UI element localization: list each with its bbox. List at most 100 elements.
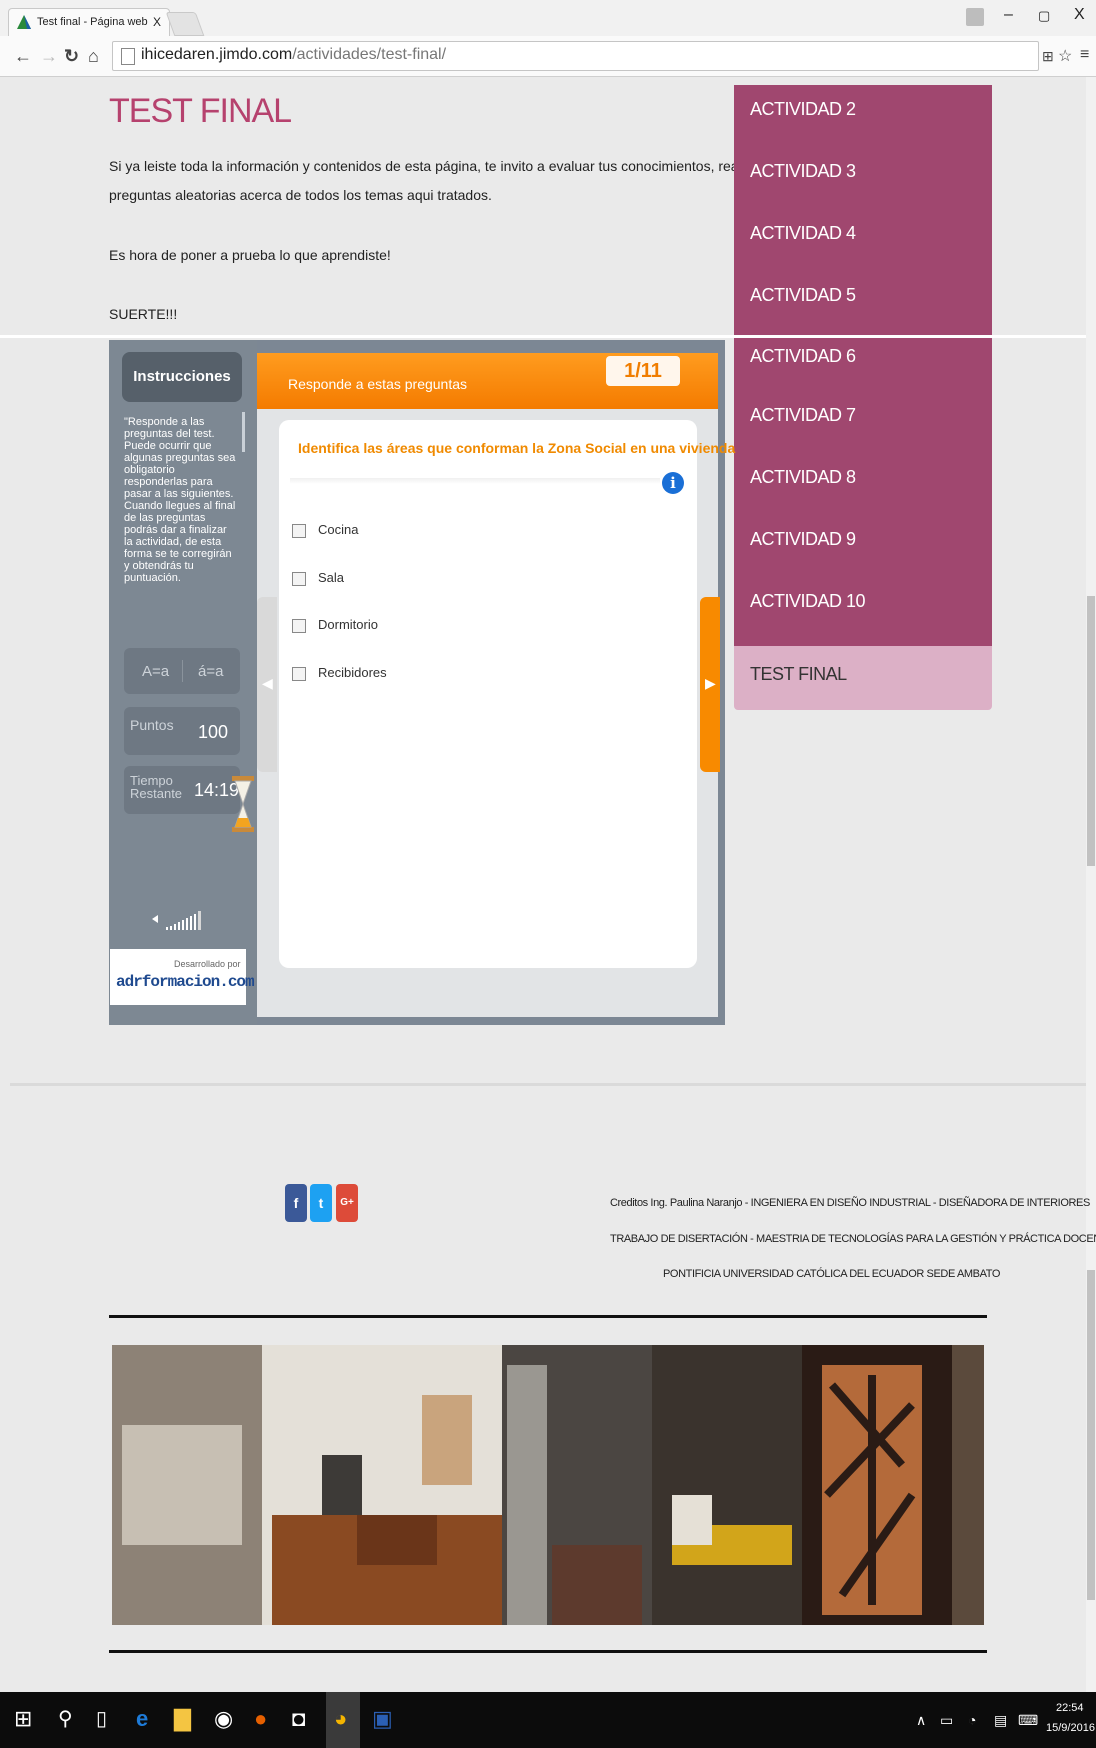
google-plus-icon[interactable]: G+ [336,1184,358,1222]
instructions-scrollbar[interactable] [242,412,245,452]
browser-tab[interactable]: Test final - Página web de X [8,8,170,37]
instructions-button[interactable]: Instrucciones [122,352,242,402]
nav-item-actividad-5[interactable]: ACTIVIDAD 5 [734,271,992,335]
option-label: Dormitorio [318,617,378,632]
font-case-toggle[interactable]: A=a [142,663,169,680]
nav-item-actividad-6[interactable]: ACTIVIDAD 6 [734,338,992,397]
chrome-icon[interactable]: ◕ [326,1692,360,1748]
hourglass-icon [232,776,254,832]
chevron-left-icon: ◀ [262,675,273,691]
nav-item-actividad-7[interactable]: ACTIVIDAD 7 [734,397,992,459]
clock-date[interactable]: 15/9/2016 [1046,1722,1095,1734]
back-arrow-icon[interactable]: ← [14,46,32,67]
nav-item-actividad-2[interactable]: ACTIVIDAD 2 [734,85,992,147]
font-options-box: A=a á=a [124,648,240,694]
question-counter: 1/11 [606,356,680,386]
footer-divider [10,1083,1086,1086]
forward-arrow-icon[interactable]: → [40,46,58,67]
points-label: Puntos [130,717,174,733]
interior-design-banner [112,1345,984,1625]
time-label: Tiempo Restante [130,773,183,801]
nav-item-actividad-9[interactable]: ACTIVIDAD 9 [734,521,992,583]
intro-line-4: SUERTE!!! [109,306,178,322]
checkbox[interactable] [292,667,306,681]
question-card [279,420,697,968]
page-icon [121,48,135,65]
battery-icon[interactable]: ▭ [940,1712,953,1729]
close-window-button[interactable]: X [1074,6,1085,24]
search-icon[interactable]: ⚲ [58,1706,73,1731]
bookmark-star-icon[interactable]: ☆ [1058,46,1072,66]
windows-taskbar: ⊞ ⚲ ▯ e ▇ ◉ ● ◘ ◕ ▣ ∧ ▭ ◔ ▤ ⌨ 22:54 15/9… [0,1692,1096,1748]
edge-browser-icon[interactable]: e [136,1706,148,1732]
points-box: Puntos 100 [124,707,240,755]
font-accent-toggle[interactable]: á=a [198,663,223,680]
points-value: 100 [198,722,229,742]
user-profile-icon[interactable] [966,8,984,26]
facebook-icon[interactable]: f [285,1184,307,1222]
developer-brand: adrformacion.com [116,973,255,991]
store-icon[interactable]: ◘ [292,1706,305,1732]
checkbox[interactable] [292,619,306,633]
twitter-icon[interactable]: t [310,1184,332,1222]
url-domain: ihicedaren.jimdo.com [141,46,293,63]
intro-line-3: Es hora de poner a prueba lo que aprendi… [109,247,391,263]
credit-line-1: Creditos Ing. Paulina Naranjo - INGENIER… [610,1197,1090,1209]
word-icon[interactable]: ▣ [372,1706,393,1732]
previous-question-button[interactable]: ◀ [257,597,277,772]
scrollbar-thumb[interactable] [1087,596,1095,866]
banner-top-line [109,1315,987,1318]
nav-item-actividad-8[interactable]: ACTIVIDAD 8 [734,459,992,521]
developer-label: Desarrollado por [174,959,241,969]
file-explorer-icon[interactable]: ▇ [174,1706,191,1732]
nav-item-test-final[interactable]: TEST FINAL [734,646,992,710]
option-label: Cocina [318,522,359,537]
restore-button[interactable]: ▢ [1038,8,1050,24]
minimize-button[interactable]: – [1004,6,1013,24]
credit-line-3: PONTIFICIA UNIVERSIDAD CATÓLICA DEL ECUA… [663,1268,1000,1280]
question-text: Identifica las áreas que conforman la Zo… [298,440,736,456]
jimdo-favicon-icon [17,15,31,29]
url-path: /actividades/test-final/ [292,46,447,63]
keyboard-icon[interactable]: ⌨ [1018,1712,1038,1729]
home-icon[interactable]: ⌂ [88,46,99,67]
quiz-header-text: Responde a estas preguntas [288,376,468,392]
address-bar[interactable]: ihicedaren.jimdo.com/actividades/test-fi… [112,41,1039,71]
side-navigation: ACTIVIDAD 2 ACTIVIDAD 3 ACTIVIDAD 4 ACTI… [734,85,992,710]
tab-close-icon[interactable]: X [153,15,161,29]
task-view-icon[interactable]: ▯ [96,1706,107,1731]
firefox-icon[interactable]: ● [254,1706,267,1732]
checkbox[interactable] [292,572,306,586]
tab-title: Test final - Página web de [37,16,149,28]
clock-time[interactable]: 22:54 [1056,1702,1084,1714]
next-question-button[interactable]: ▶ [700,597,720,772]
option-label: Recibidores [318,665,387,680]
translate-icon[interactable]: ⊞ [1042,48,1054,65]
volume-icon[interactable] [150,905,212,933]
time-box: Tiempo Restante 14:19 [124,766,240,814]
nav-item-actividad-4[interactable]: ACTIVIDAD 4 [734,209,992,271]
option-label: Sala [318,570,345,585]
chevron-right-icon: ▶ [705,675,716,691]
font-options-divider [182,660,183,682]
banner-bottom-line [109,1650,987,1653]
question-separator [290,478,660,484]
scrollbar-thumb-lower[interactable] [1087,1270,1095,1600]
wifi-icon[interactable]: ◔ [968,1712,976,1728]
toolbar: ← → ↻ ⌂ ihicedaren.jimdo.com/actividades… [0,36,1096,77]
page-title: TEST FINAL [109,92,292,130]
developer-credit[interactable]: Desarrollado por adrformacion.com [110,949,255,1005]
nav-item-actividad-10[interactable]: ACTIVIDAD 10 [734,583,992,646]
info-icon[interactable]: i [662,472,684,494]
menu-icon[interactable]: ≡ [1080,46,1089,64]
credit-line-2: TRABAJO DE DISERTACIÓN - MAESTRIA DE TEC… [610,1233,1096,1245]
hp-app-icon[interactable]: ◉ [214,1706,233,1732]
nav-item-actividad-3[interactable]: ACTIVIDAD 3 [734,147,992,209]
checkbox[interactable] [292,524,306,538]
intro-line-2: preguntas aleatorias acerca de todos los… [109,187,492,203]
windows-start-icon[interactable]: ⊞ [14,1706,32,1732]
instructions-text: "Responde a las preguntas del test. Pued… [124,416,236,584]
notifications-icon[interactable]: ▤ [994,1712,1007,1729]
reload-icon[interactable]: ↻ [64,46,79,67]
tray-chevron-icon[interactable]: ∧ [916,1712,926,1729]
